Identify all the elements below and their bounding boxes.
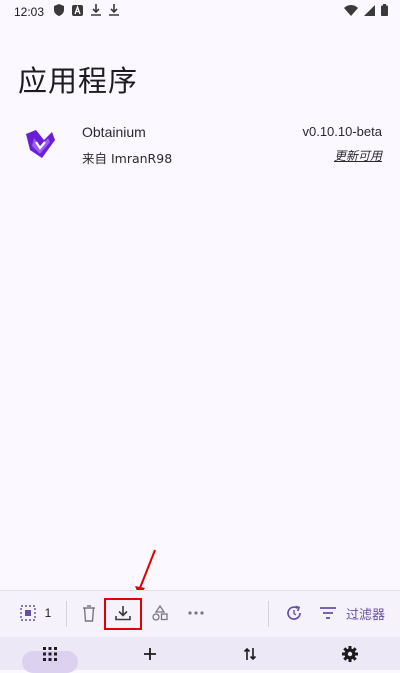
signal-icon [364,4,375,16]
sort-icon [243,647,257,660]
filter-button[interactable]: 过滤器 [316,597,388,629]
nav-settings[interactable] [322,637,378,670]
trash-icon [83,604,95,622]
check-updates-button[interactable] [280,597,308,629]
app-source: 来自 ImranR98 [82,151,173,166]
app-name: Obtainium [82,124,146,140]
toolbar-divider [268,601,269,627]
status-bar: 12:03 [0,0,400,22]
filter-icon [319,607,336,619]
nav-apps[interactable] [22,637,78,670]
bottom-navigation-bar [0,637,400,673]
status-system-icons [344,4,388,16]
apps-grid-icon [43,646,57,661]
annotation-highlight-box [104,598,142,630]
nav-import-export[interactable] [222,637,278,670]
refresh-icon [287,605,301,620]
app-list-item[interactable]: Obtainium 来自 ImranR98 v0.10.10-beta 更新可用 [0,112,400,174]
nav-add-app[interactable] [122,637,178,670]
delete-button[interactable] [76,597,102,629]
battery-icon [381,4,388,16]
download-icon [109,4,119,16]
status-notification-icons [54,4,119,16]
shapes-icon [152,604,168,621]
select-all-icon [19,605,36,621]
page-title: 应用程序 [18,64,139,98]
toolbar-divider [66,601,67,627]
download-icon [91,4,101,16]
status-time: 12:03 [14,5,45,19]
a-badge-icon [72,4,83,16]
bottom-action-toolbar: 1 过滤器 [0,590,400,637]
selected-count: 1 [44,606,52,620]
categorize-button[interactable] [146,597,174,629]
obtainium-logo-icon [26,130,55,158]
app-version: v0.10.10-beta [302,124,382,139]
settings-icon [342,645,358,662]
select-all-button[interactable]: 1 [12,597,58,629]
update-available-link[interactable]: 更新可用 [334,147,382,164]
wifi-icon [344,4,358,16]
more-options-button[interactable] [182,597,210,629]
more-icon [188,611,204,615]
add-icon [144,647,156,660]
shield-icon [54,4,64,16]
filter-label: 过滤器 [345,607,385,623]
